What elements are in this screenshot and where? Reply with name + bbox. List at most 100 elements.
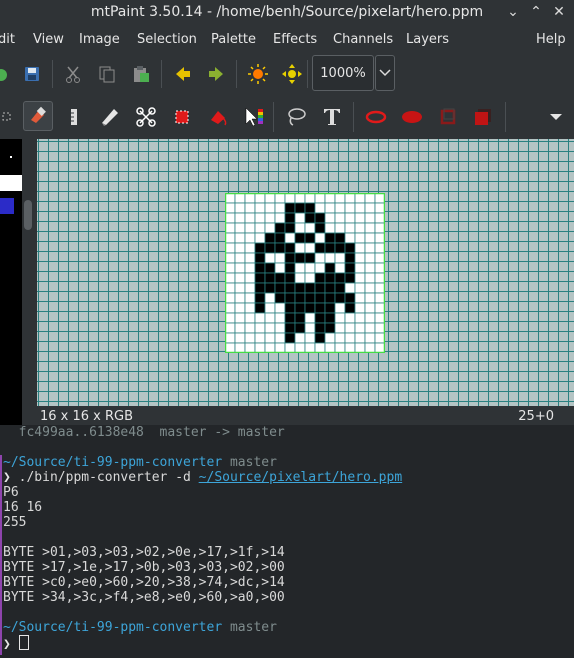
menu-channels[interactable]: Channels xyxy=(333,32,393,47)
pixel-cell xyxy=(374,272,386,284)
pixel-cell xyxy=(264,252,276,264)
zoom-dropdown[interactable] xyxy=(375,55,395,91)
pixel-cell xyxy=(254,192,266,204)
pixel-cell xyxy=(364,272,376,284)
pixel-cell xyxy=(284,252,296,264)
pixel-cell xyxy=(224,282,236,294)
menu-palette[interactable]: Palette xyxy=(211,32,256,47)
terminal[interactable]: fc499aa..6138e48 master -> master ~/Sour… xyxy=(0,425,574,658)
pixel-cell xyxy=(354,232,366,244)
pixel-cell xyxy=(314,222,326,234)
pixel-cell xyxy=(234,332,246,344)
pixel-cell xyxy=(374,312,386,324)
color-picker-icon[interactable] xyxy=(239,102,269,132)
rect-outline-icon[interactable] xyxy=(433,102,463,132)
close-icon[interactable]: ✕ xyxy=(550,2,568,22)
smudge-tool-icon[interactable] xyxy=(95,102,125,132)
menu-bar: dit View Image Selection Palette Effects… xyxy=(0,28,574,52)
chevron-up-icon[interactable]: ⌃ xyxy=(527,2,545,22)
paste-icon[interactable] xyxy=(126,59,156,89)
pixel-cell xyxy=(374,322,386,334)
shuffle-tool-icon[interactable] xyxy=(59,102,89,132)
pixel-cell xyxy=(344,192,356,204)
toolbar-overflow-icon[interactable] xyxy=(541,102,571,132)
pixel-cell xyxy=(364,242,376,254)
pixel-cell xyxy=(324,252,336,264)
clone-tool-icon[interactable] xyxy=(0,102,18,132)
brightness-icon[interactable] xyxy=(243,59,273,89)
flood-fill-icon[interactable] xyxy=(203,102,233,132)
pixel-cell xyxy=(374,202,386,214)
pixel-cell xyxy=(284,202,296,214)
menu-image[interactable]: Image xyxy=(79,32,120,47)
pixel-cell xyxy=(314,342,326,354)
pixel-cell xyxy=(314,192,326,204)
pixel-cell xyxy=(274,342,286,354)
pixel-cell xyxy=(244,262,256,274)
lasso-icon[interactable] xyxy=(281,102,311,132)
text-tool-icon[interactable] xyxy=(317,102,347,132)
pixel-cell xyxy=(224,302,236,314)
file-link[interactable]: ~/Source/pixelart/hero.ppm xyxy=(199,470,403,485)
pixel-cell xyxy=(374,342,386,354)
pixel-cell xyxy=(374,262,386,274)
pixel-cell xyxy=(314,232,326,244)
menu-help[interactable]: Help xyxy=(536,32,566,47)
palette-scrollbar[interactable] xyxy=(22,139,36,425)
text-cursor xyxy=(18,635,29,650)
cut-icon[interactable] xyxy=(58,59,88,89)
canvas-area[interactable] xyxy=(37,139,574,406)
pixel-cell xyxy=(304,342,316,354)
pixel-cell xyxy=(274,282,286,294)
image-canvas[interactable] xyxy=(224,192,386,354)
pixel-cell xyxy=(234,212,246,224)
menu-view[interactable]: View xyxy=(33,32,64,47)
pixel-cell xyxy=(344,222,356,234)
pixel-cell xyxy=(234,282,246,294)
chevron-down-icon[interactable]: ⌄ xyxy=(504,2,522,22)
copy-icon[interactable] xyxy=(92,59,122,89)
menu-layers[interactable]: Layers xyxy=(406,32,449,47)
line-tool-icon[interactable] xyxy=(131,102,161,132)
pixel-cell xyxy=(224,262,236,274)
pixel-cell xyxy=(234,222,246,234)
save-icon[interactable] xyxy=(17,59,47,89)
pixel-cell xyxy=(324,342,336,354)
pixel-cell xyxy=(274,302,286,314)
palette-swatch-blue[interactable] xyxy=(0,198,14,214)
pixel-cell xyxy=(314,282,326,294)
pixel-cell xyxy=(354,272,366,284)
menu-selection[interactable]: Selection xyxy=(137,32,197,47)
rect-filled-icon[interactable] xyxy=(468,102,498,132)
output-line: P6 xyxy=(3,485,19,500)
menu-effects[interactable]: Effects xyxy=(273,32,317,47)
pixel-cell xyxy=(364,312,376,324)
undo-icon[interactable] xyxy=(168,59,198,89)
redo-icon[interactable] xyxy=(201,59,231,89)
pixel-cell xyxy=(334,192,346,204)
pixel-cell xyxy=(274,202,286,214)
pixel-cell xyxy=(234,342,246,354)
menu-edit[interactable]: dit xyxy=(0,32,15,47)
pixel-cell xyxy=(304,312,316,324)
ellipse-outline-icon[interactable] xyxy=(361,102,391,132)
pixel-cell xyxy=(224,292,236,304)
pixel-cell xyxy=(224,192,236,204)
open-icon[interactable] xyxy=(0,59,16,89)
pixel-cell xyxy=(374,242,386,254)
palette-scrollbar-thumb[interactable] xyxy=(24,200,32,230)
pixel-cell xyxy=(324,222,336,234)
pixel-cell xyxy=(304,192,316,204)
ellipse-filled-icon[interactable] xyxy=(397,102,427,132)
zoom-field[interactable]: 1000% xyxy=(312,55,374,91)
pixel-cell xyxy=(344,272,356,284)
paint-tool-icon[interactable] xyxy=(23,101,53,131)
pixel-cell xyxy=(254,342,266,354)
select-rect-icon[interactable] xyxy=(167,102,197,132)
pan-icon[interactable] xyxy=(277,59,307,89)
pixel-cell xyxy=(284,262,296,274)
input-line[interactable]: ❯ xyxy=(3,635,29,652)
pixel-cell xyxy=(244,272,256,284)
pixel-art-svg xyxy=(224,192,386,354)
pixel-cell xyxy=(284,212,296,224)
